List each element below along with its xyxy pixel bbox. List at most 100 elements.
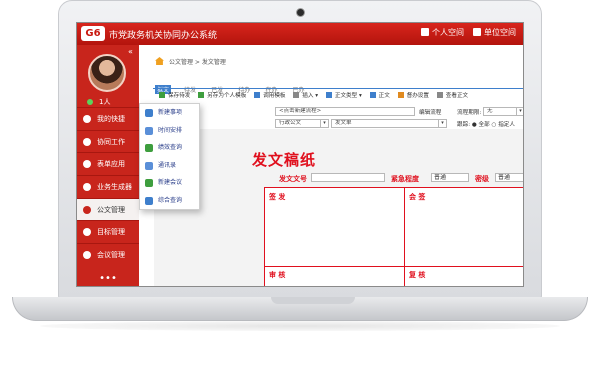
schedule-icon [145, 126, 153, 135]
template-icon [198, 92, 205, 98]
load-template-icon [254, 92, 261, 98]
app-title: 市党政务机关协同办公系统 [109, 31, 218, 41]
sidebar-item-collaboration[interactable]: 协同工作 [77, 129, 139, 153]
insert-button[interactable]: 插入 ▾ [293, 91, 318, 99]
tool-label: 另存为个人模板 [207, 93, 247, 99]
deadline-label: 流程期限: [457, 110, 482, 116]
tool-label: 正文类型 ▾ [334, 93, 362, 99]
deadline-value: 无 [487, 108, 493, 114]
avatar[interactable] [88, 54, 126, 92]
popup-item-schedule[interactable]: 时间安排 [140, 122, 199, 140]
flow-placeholder: <点击新建流程> [279, 108, 322, 114]
doc-number-input[interactable] [311, 173, 385, 182]
body-button[interactable]: 正文 [369, 91, 390, 99]
sidebar-item-forms[interactable]: 表单应用 [77, 152, 139, 175]
chevron-down-icon: ▾ [516, 108, 523, 115]
grid-divider-horizontal [265, 266, 523, 267]
body-icon [369, 92, 376, 98]
tool-label: 插入 ▾ [302, 93, 319, 99]
performance-icon [145, 144, 153, 152]
popup-item-label: 绩效查询 [158, 144, 183, 151]
sidebar-menu: 我的快捷 协同工作 表单应用 业务生成器 公文管理 目标管理 会议管理 [77, 107, 139, 266]
flow-input[interactable]: <点击新建流程> [275, 107, 415, 116]
more-menu-button[interactable]: ••• [77, 274, 139, 286]
personal-space-label: 个人空间 [432, 28, 464, 37]
sidebar-item-label: 协同工作 [97, 137, 125, 146]
breadcrumb-text: 公文管理 > 发文管理 [169, 59, 226, 66]
building-icon [473, 28, 481, 36]
popup-item-new-item[interactable]: 新建事项 [140, 104, 199, 122]
laptop-notch [271, 297, 355, 304]
laptop-shadow [40, 321, 560, 331]
doc-type-value: 行政公文 [279, 120, 302, 126]
popup-item-query[interactable]: 综合查询 [140, 192, 199, 210]
new-item-icon [145, 109, 153, 117]
sidebar-item-label: 表单应用 [97, 160, 125, 169]
tool-label: 查看正文 [445, 93, 469, 99]
urgency-value: 普通 [434, 174, 447, 181]
personal-space-button[interactable]: 个人空间 [421, 27, 464, 38]
meeting-icon [83, 251, 91, 260]
trace-specified-radio[interactable]: ○ 指定人 [492, 122, 515, 128]
urgency-select[interactable]: 普通 [431, 173, 469, 182]
chevron-down-icon: ▾ [438, 120, 446, 127]
sidebar-item-goals[interactable]: 目标管理 [77, 220, 139, 243]
deadline-select[interactable]: 无 ▾ [483, 107, 523, 116]
review-cell-label: 审 核 [269, 270, 286, 279]
sidebar-item-label: 业务生成器 [97, 183, 132, 192]
shortcut-popup-menu: 新建事项 时间安排 绩效查询 通讯录 新建会议 综合查询 [139, 103, 200, 210]
home-icon[interactable] [155, 57, 164, 65]
popup-item-label: 新建事项 [158, 109, 183, 116]
popup-item-new-meeting[interactable]: 新建会议 [140, 174, 199, 192]
doc-number-label: 发文文号 [279, 174, 307, 183]
body-type-button[interactable]: 正文类型 ▾ [325, 91, 362, 99]
popup-item-label: 时间安排 [158, 126, 183, 134]
body-type-icon [325, 92, 332, 98]
supervise-icon [397, 92, 404, 98]
urgency-label: 紧急程度 [391, 174, 419, 183]
online-status-icon [87, 99, 93, 105]
tool-label: 正文 [378, 93, 390, 99]
edit-flow-button[interactable]: 编辑流程 [419, 108, 441, 116]
view-body-checkbox[interactable]: 查看正文 [436, 91, 469, 99]
secret-select[interactable]: 普通 [495, 173, 523, 182]
doc-type-select[interactable]: 行政公文 ▾ [275, 119, 329, 128]
use-template-button[interactable]: 调用模板 [254, 91, 286, 99]
trace-all-label: 全部 [478, 122, 490, 128]
countersign-cell-label: 会 签 [409, 192, 426, 201]
unit-space-button[interactable]: 单位空间 [473, 27, 516, 38]
grid-divider-vertical [404, 188, 405, 286]
sidebar-item-business-builder[interactable]: 业务生成器 [77, 175, 139, 198]
collapse-sidebar-icon[interactable]: « [128, 47, 133, 56]
sidebar-item-shortcuts[interactable]: 我的快捷 [77, 107, 139, 130]
popup-item-performance[interactable]: 绩效查询 [140, 139, 199, 157]
home-icon [83, 183, 91, 192]
app-screen: G6 市党政务机关协同办公系统 个人空间 单位空间 « 1人 我的快捷 协同工作… [76, 22, 524, 287]
doc-form-value: 发文单 [335, 120, 352, 126]
trace-all-radio[interactable]: ● 全部 [472, 122, 490, 128]
unit-space-label: 单位空间 [484, 28, 516, 37]
sidebar: « 1人 我的快捷 协同工作 表单应用 业务生成器 公文管理 目标管理 会议管理… [77, 45, 139, 286]
new-meeting-icon [145, 179, 153, 187]
secret-label: 密级 [475, 174, 489, 183]
popup-item-contacts[interactable]: 通讯录 [140, 157, 199, 175]
contacts-icon [145, 161, 153, 170]
doc-tabs: 拟文 待发 已发 待办 在办 已办 [155, 77, 313, 94]
popup-item-label: 综合查询 [158, 196, 183, 204]
popup-item-label: 新建会议 [158, 179, 183, 186]
user-status: 1人 [87, 97, 110, 107]
sidebar-item-document-management[interactable]: 公文管理 [77, 197, 139, 221]
save-pending-button[interactable]: 保存待发 [159, 91, 190, 99]
save-template-button[interactable]: 另存为个人模板 [198, 91, 246, 99]
camera-icon [297, 9, 304, 16]
supervise-settings-button[interactable]: 督办设置 [397, 91, 429, 99]
sidebar-item-meetings[interactable]: 会议管理 [77, 243, 139, 266]
save-icon [159, 92, 165, 98]
share-icon [83, 137, 91, 146]
tool-label: 督办设置 [406, 93, 429, 99]
toolbar: 保存待发 另存为个人模板 调用模板 插入 ▾ 正文类型 ▾ 正文 督办设置 查看… [159, 91, 523, 102]
doc-form-select[interactable]: 发文单 ▾ [331, 119, 447, 128]
document-icon [83, 205, 91, 214]
checkbox-icon [436, 92, 443, 98]
sidebar-item-label: 目标管理 [97, 228, 125, 237]
